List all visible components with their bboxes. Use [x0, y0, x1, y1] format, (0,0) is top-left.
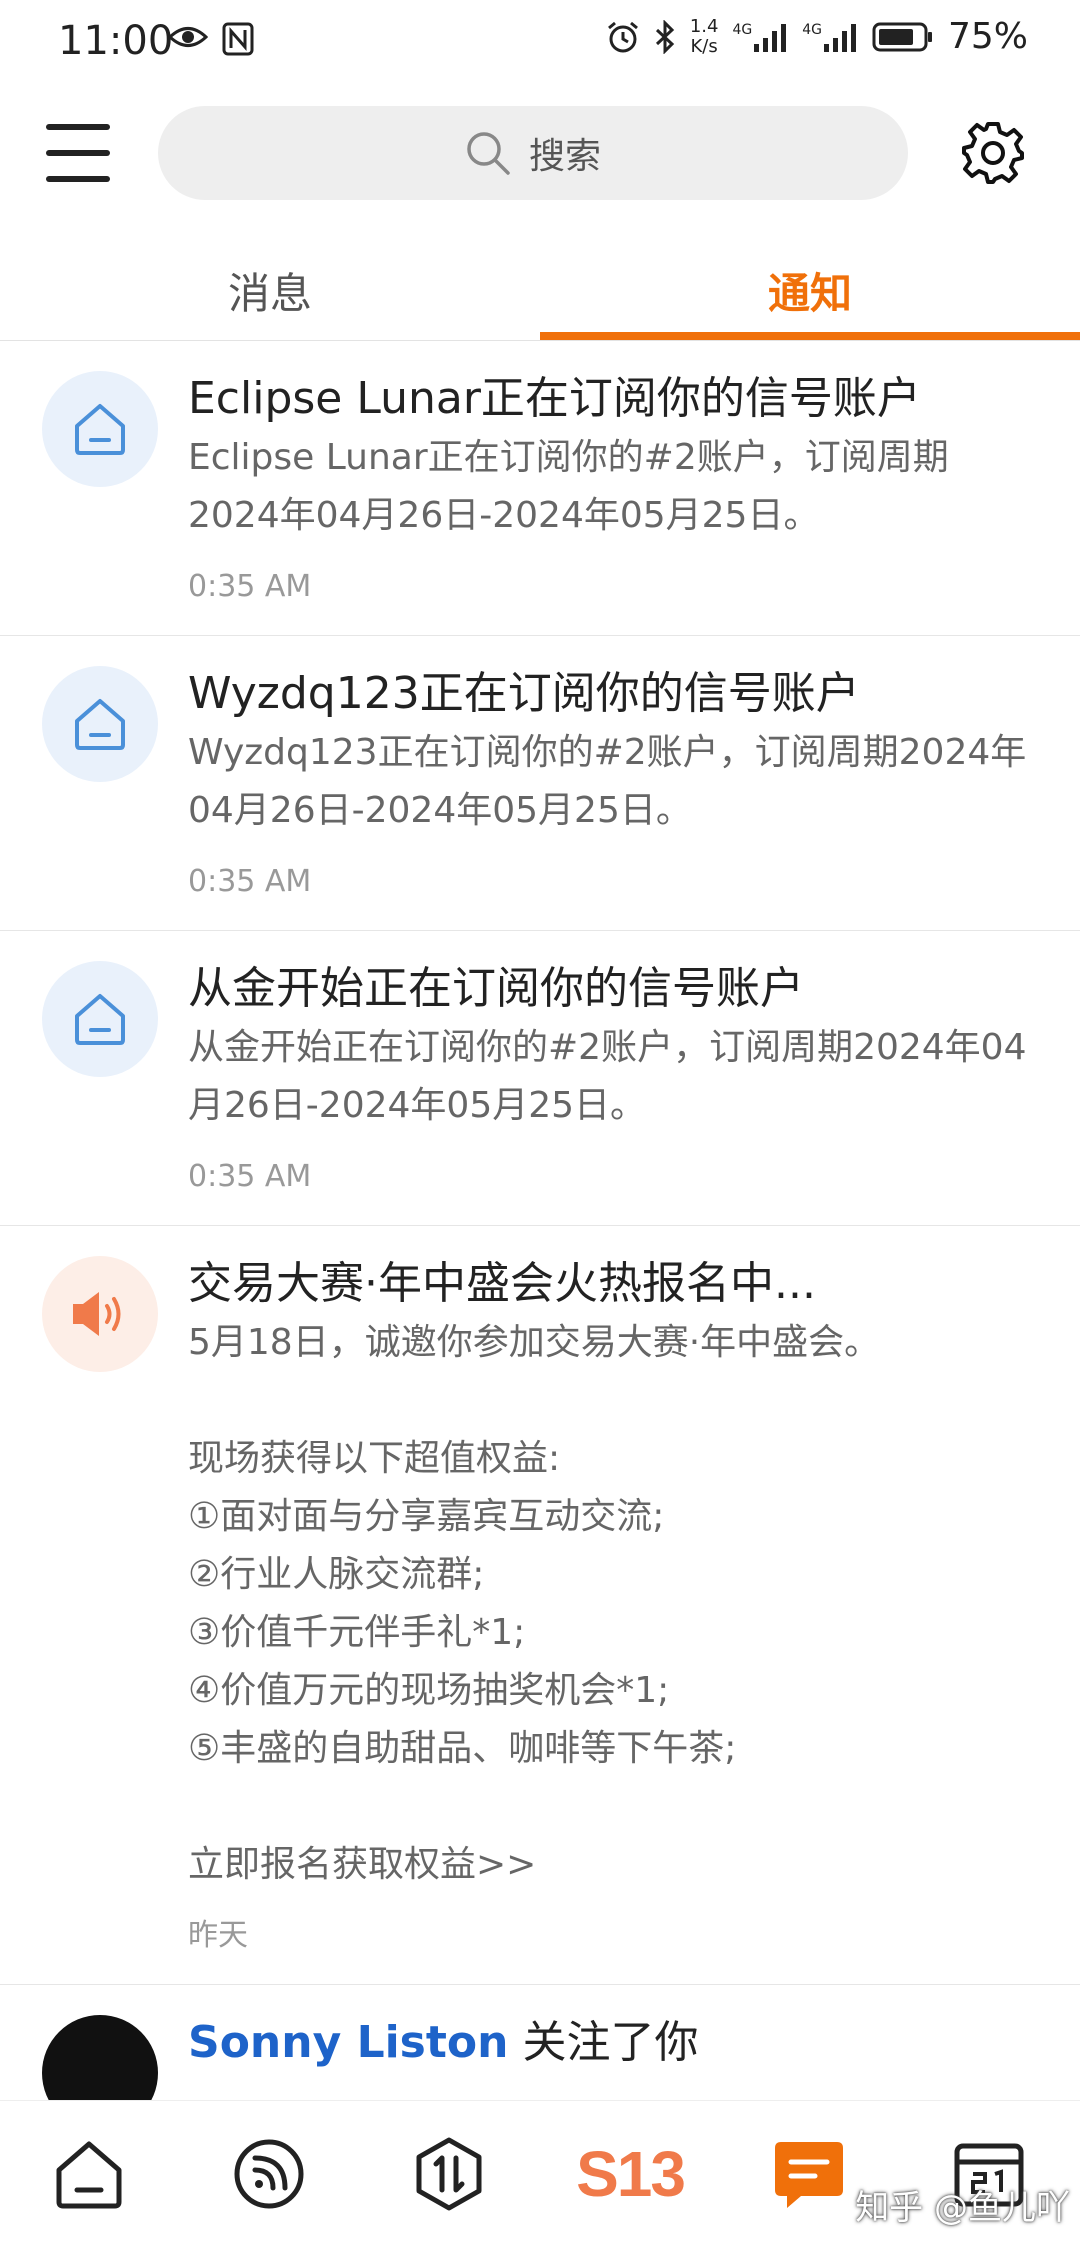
notification-content: 从金开始正在订阅你的#2账户，订阅周期2024年04月26日-2024年05月2…	[188, 1027, 1027, 1126]
house-icon	[75, 404, 125, 455]
nav-messages[interactable]	[764, 2129, 854, 2219]
notification-title: 从金开始正在订阅你的信号账户	[188, 963, 804, 1014]
tab-notifications[interactable]: 通知	[540, 240, 1080, 340]
signal-bars-icon	[823, 23, 856, 52]
notification-title: 交易大赛·年中盛会火热报名中...	[188, 1258, 816, 1309]
avatar	[42, 961, 158, 1077]
bluetooth-icon	[655, 19, 674, 54]
battery-icon	[872, 22, 932, 51]
feed-icon	[234, 2139, 304, 2209]
menu-icon-line	[46, 150, 110, 156]
nfc-icon	[222, 22, 254, 56]
menu-icon-line	[46, 124, 110, 130]
list-item[interactable]: 从金开始正在订阅你的信号账户 从金开始正在订阅你的#2账户，订阅周期2024年0…	[0, 931, 1080, 1226]
menu-button[interactable]	[46, 124, 110, 184]
search-bar[interactable]: 搜索	[158, 106, 908, 200]
notification-title: Eclipse Lunar正在订阅你的信号账户	[188, 373, 921, 424]
menu-icon-line	[46, 176, 110, 182]
notification-list: Eclipse Lunar正在订阅你的信号账户 Eclipse Lunar正在订…	[0, 341, 1080, 2185]
notification-title: Sonny Liston 关注了你	[188, 2017, 699, 2068]
notification-content: Eclipse Lunar正在订阅你的#2账户，订阅周期2024年04月26日-…	[188, 437, 949, 536]
notification-title: Wyzdq123正在订阅你的信号账户	[188, 668, 860, 719]
user-name-link[interactable]: Sonny Liston	[188, 2017, 508, 2068]
status-time: 11:00	[58, 18, 174, 64]
tab-bar: 消息 通知	[0, 240, 1080, 340]
network-speed: 1.4 K/s	[689, 15, 719, 57]
notification-content: Wyzdq123正在订阅你的#2账户，订阅周期2024年04月26日-2024年…	[188, 732, 1027, 831]
speaker-icon	[73, 1292, 121, 1336]
nav-feed[interactable]	[224, 2129, 314, 2219]
notification-time: 昨天	[188, 1918, 248, 1953]
eye-icon	[168, 27, 208, 47]
avatar	[42, 666, 158, 782]
trade-icon	[416, 2137, 482, 2211]
message-icon	[775, 2142, 843, 2208]
signal-bars-icon	[754, 23, 787, 52]
avatar	[42, 371, 158, 487]
list-item[interactable]: 交易大赛·年中盛会火热报名中... 5月18日，诚邀你参加交易大赛·年中盛会。 …	[0, 1226, 1080, 1985]
notification-content: 5月18日，诚邀你参加交易大赛·年中盛会。 现场获得以下超值权益: ①面对面与分…	[188, 1322, 881, 1885]
notification-time: 0:35 AM	[188, 1159, 312, 1194]
search-placeholder: 搜索	[528, 136, 601, 177]
signal-2: 4G	[802, 22, 858, 52]
home-icon	[56, 2141, 122, 2209]
status-bar: 11:00 1.4 K/s 4G 4G 75%	[0, 0, 1080, 84]
list-item[interactable]: Eclipse Lunar正在订阅你的信号账户 Eclipse Lunar正在订…	[0, 341, 1080, 636]
s13-logo: S13	[576, 2138, 686, 2210]
nav-brand[interactable]: S13	[570, 2129, 690, 2219]
nav-trade[interactable]	[404, 2129, 494, 2219]
house-icon	[75, 994, 125, 1045]
list-item[interactable]: Wyzdq123正在订阅你的信号账户 Wyzdq123正在订阅你的#2账户，订阅…	[0, 636, 1080, 931]
avatar	[42, 1256, 158, 1372]
top-header: 搜索	[0, 104, 1080, 200]
house-icon	[75, 699, 125, 750]
search-icon	[467, 132, 510, 175]
notification-time: 0:35 AM	[188, 864, 312, 899]
notification-time: 0:35 AM	[188, 569, 312, 604]
alarm-icon	[607, 21, 638, 52]
nav-home[interactable]	[44, 2129, 134, 2219]
active-tab-indicator	[540, 332, 1080, 340]
signal-1: 4G	[732, 22, 788, 52]
gear-icon[interactable]	[960, 120, 1026, 186]
tab-messages[interactable]: 消息	[0, 240, 540, 340]
watermark-text: 知乎 @鱼儿吖	[855, 2188, 1070, 2228]
battery-percent: 75%	[947, 16, 1028, 57]
